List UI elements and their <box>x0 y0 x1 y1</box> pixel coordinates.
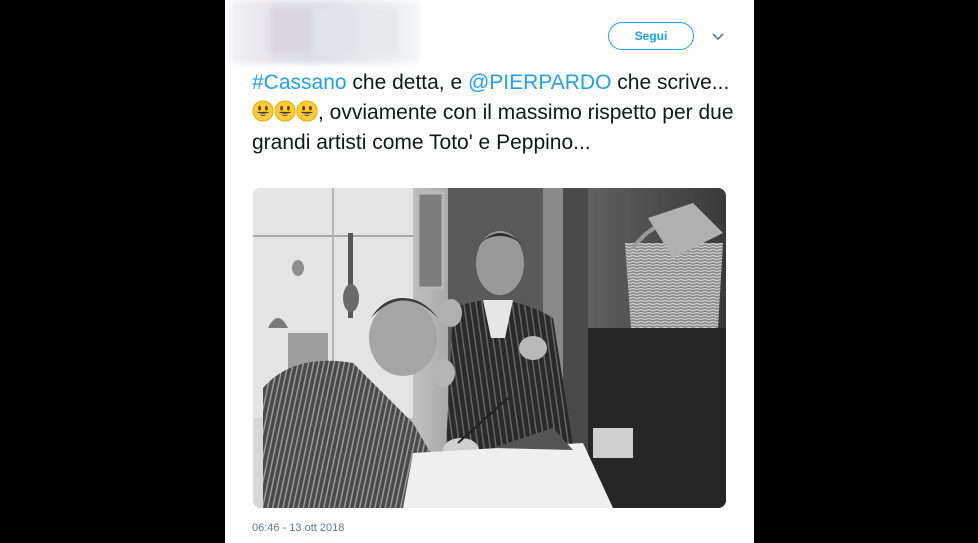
tweet-text-part: che detta, e <box>346 71 468 94</box>
tweet-text-part: , ovviamente con il massimo rispetto per… <box>252 101 734 154</box>
tweet-text-part: che scrive... <box>611 71 730 94</box>
tweet-text: #Cassano che detta, e @PIERPARDO che scr… <box>252 68 742 158</box>
grinning-face-icon <box>296 100 318 122</box>
tweet-photo[interactable] <box>253 188 726 508</box>
hashtag-link[interactable]: #Cassano <box>252 71 347 94</box>
grinning-face-icon <box>252 100 274 122</box>
author-avatar-blurred[interactable] <box>230 0 420 64</box>
chevron-down-icon[interactable] <box>709 28 727 46</box>
tweet-card: Segui #Cassano che detta, e @PIERPARDO c… <box>225 0 754 543</box>
follow-button[interactable]: Segui <box>608 22 694 50</box>
mention-link[interactable]: @PIERPARDO <box>468 71 611 94</box>
grinning-face-icon <box>274 100 296 122</box>
emoji-group <box>252 98 318 128</box>
tweet-timestamp[interactable]: 06:46 - 13 ott 2018 <box>252 522 344 534</box>
